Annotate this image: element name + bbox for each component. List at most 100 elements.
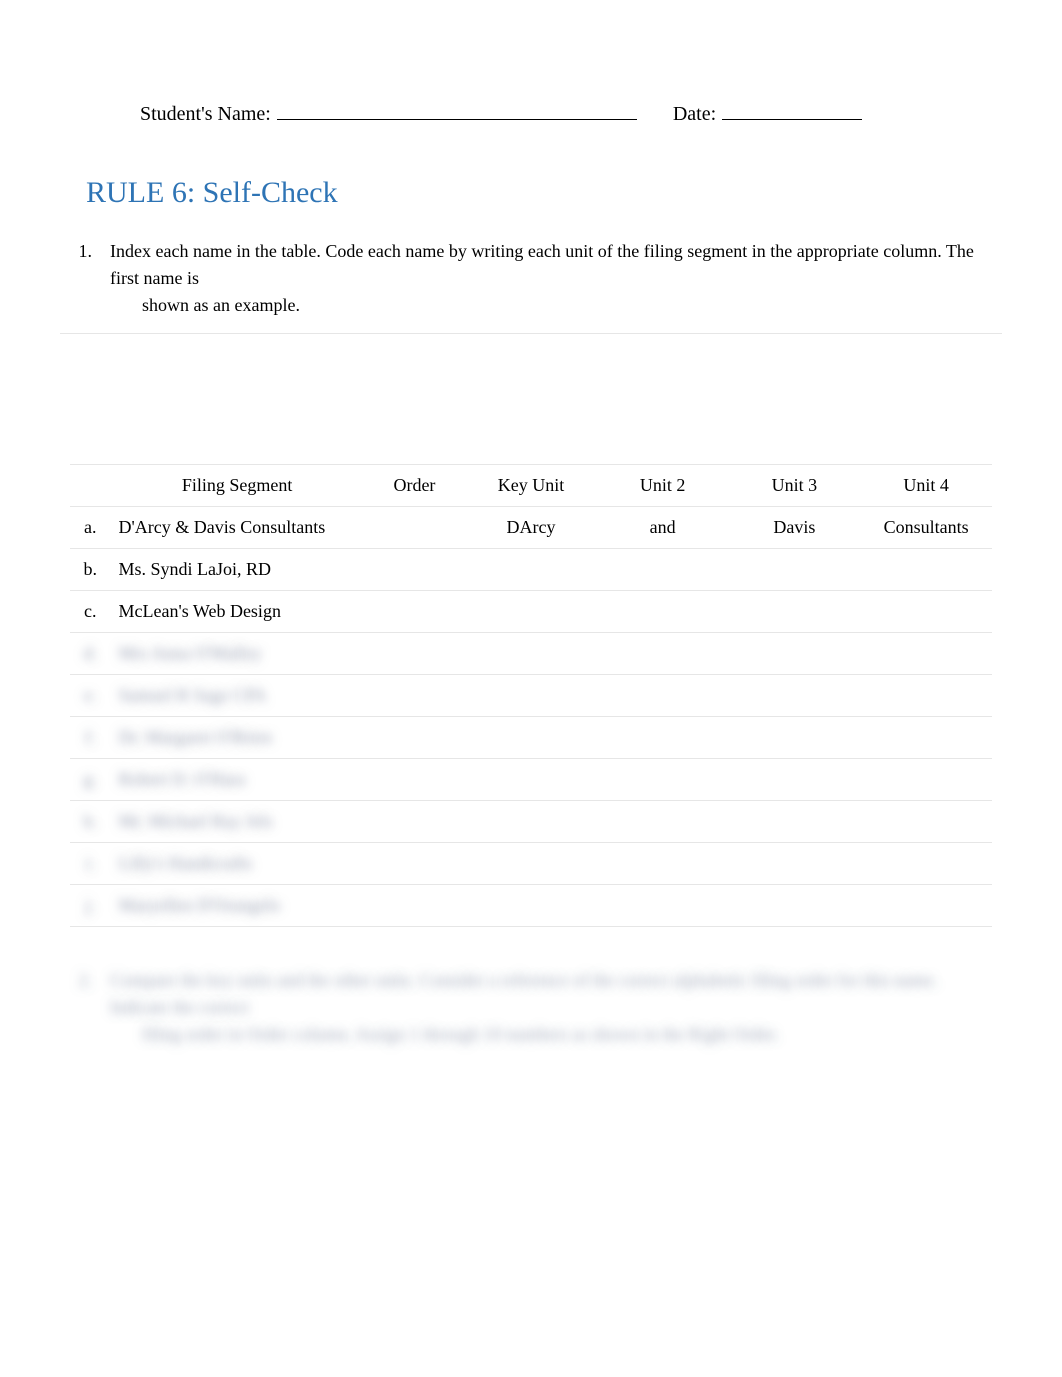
page-title: RULE 6: Self-Check bbox=[86, 176, 992, 210]
col-blank bbox=[70, 465, 111, 507]
instruction-number: 1. bbox=[70, 238, 92, 319]
date-label: Date: bbox=[673, 103, 716, 126]
row-filing-segment: Robert D. O'Hara bbox=[111, 759, 364, 801]
row-filing-segment: Mrs Anna O'Malley bbox=[111, 633, 364, 675]
row-key_unit[interactable] bbox=[465, 843, 597, 885]
table-row: d.Mrs Anna O'Malley bbox=[70, 633, 992, 675]
table-row: e.Samuel R Sage CPA bbox=[70, 675, 992, 717]
row-unit4[interactable] bbox=[860, 633, 992, 675]
row-unit3[interactable] bbox=[729, 549, 861, 591]
row-order[interactable] bbox=[364, 591, 465, 633]
row-unit3[interactable] bbox=[729, 717, 861, 759]
row-unit2[interactable] bbox=[597, 633, 729, 675]
row-unit4[interactable] bbox=[860, 885, 992, 927]
row-order[interactable] bbox=[364, 717, 465, 759]
row-letter: e. bbox=[70, 675, 111, 717]
instruction2-line1: Compare the key units and the other unit… bbox=[110, 970, 937, 1017]
row-key_unit[interactable] bbox=[465, 549, 597, 591]
row-filing-segment: Dr. Margaret O'Brien bbox=[111, 717, 364, 759]
row-unit2[interactable] bbox=[597, 801, 729, 843]
table-row: f.Dr. Margaret O'Brien bbox=[70, 717, 992, 759]
row-key_unit[interactable] bbox=[465, 633, 597, 675]
row-letter: f. bbox=[70, 717, 111, 759]
row-unit4[interactable] bbox=[860, 549, 992, 591]
row-unit3[interactable] bbox=[729, 675, 861, 717]
row-unit2[interactable] bbox=[597, 759, 729, 801]
row-unit4[interactable] bbox=[860, 717, 992, 759]
row-filing-segment: Ms. Syndi LaJoi, RD bbox=[111, 549, 364, 591]
row-order[interactable] bbox=[364, 885, 465, 927]
table-row: i.Lilly's Handicrafts bbox=[70, 843, 992, 885]
col-unit3: Unit 3 bbox=[729, 465, 861, 507]
row-key_unit[interactable] bbox=[465, 717, 597, 759]
row-order[interactable] bbox=[364, 843, 465, 885]
row-order[interactable] bbox=[364, 549, 465, 591]
table-row: j.Maryellen D'Orangelo bbox=[70, 885, 992, 927]
row-key_unit[interactable]: DArcy bbox=[465, 507, 597, 549]
row-unit4[interactable] bbox=[860, 591, 992, 633]
date-blank[interactable] bbox=[722, 100, 862, 120]
row-unit2[interactable] bbox=[597, 717, 729, 759]
col-unit4: Unit 4 bbox=[860, 465, 992, 507]
row-filing-segment: Mr. Michael Ray Jels bbox=[111, 801, 364, 843]
row-unit3[interactable] bbox=[729, 633, 861, 675]
row-order[interactable] bbox=[364, 759, 465, 801]
row-letter: d. bbox=[70, 633, 111, 675]
divider bbox=[60, 333, 1002, 334]
col-unit2: Unit 2 bbox=[597, 465, 729, 507]
table-row: a.D'Arcy & Davis Consultants DArcyandDavi… bbox=[70, 507, 992, 549]
table-header-row: Filing Segment Order Key Unit Unit 2 Uni… bbox=[70, 465, 992, 507]
row-letter: i. bbox=[70, 843, 111, 885]
instruction-line2: shown as an example. bbox=[110, 292, 992, 319]
row-letter: b. bbox=[70, 549, 111, 591]
row-unit3[interactable] bbox=[729, 885, 861, 927]
table-row: b.Ms. Syndi LaJoi, RD bbox=[70, 549, 992, 591]
row-filing-segment: Samuel R Sage CPA bbox=[111, 675, 364, 717]
col-order: Order bbox=[364, 465, 465, 507]
col-key-unit: Key Unit bbox=[465, 465, 597, 507]
row-unit3[interactable] bbox=[729, 801, 861, 843]
row-key_unit[interactable] bbox=[465, 759, 597, 801]
row-key_unit[interactable] bbox=[465, 801, 597, 843]
row-unit2[interactable] bbox=[597, 591, 729, 633]
row-letter: j. bbox=[70, 885, 111, 927]
row-order[interactable] bbox=[364, 801, 465, 843]
row-unit4[interactable]: Consultants bbox=[860, 507, 992, 549]
table-body: a.D'Arcy & Davis Consultants DArcyandDavi… bbox=[70, 507, 992, 927]
row-unit3[interactable] bbox=[729, 759, 861, 801]
instruction2-number: 2. bbox=[70, 967, 92, 1048]
row-key_unit[interactable] bbox=[465, 675, 597, 717]
row-unit2[interactable] bbox=[597, 843, 729, 885]
row-key_unit[interactable] bbox=[465, 591, 597, 633]
row-unit2[interactable] bbox=[597, 885, 729, 927]
row-order[interactable] bbox=[364, 507, 465, 549]
table-row: g.Robert D. O'Hara bbox=[70, 759, 992, 801]
instruction2-text: Compare the key units and the other unit… bbox=[110, 967, 992, 1048]
row-unit4[interactable] bbox=[860, 675, 992, 717]
instruction-1: 1. Index each name in the table. Code ea… bbox=[70, 238, 992, 325]
row-letter: a. bbox=[70, 507, 111, 549]
row-letter: h. bbox=[70, 801, 111, 843]
row-unit2[interactable] bbox=[597, 549, 729, 591]
row-unit4[interactable] bbox=[860, 843, 992, 885]
student-name-label: Student's Name: bbox=[140, 103, 271, 126]
row-unit4[interactable] bbox=[860, 801, 992, 843]
row-unit2[interactable]: and bbox=[597, 507, 729, 549]
header-line: Student's Name: Date: bbox=[140, 100, 992, 126]
row-letter: c. bbox=[70, 591, 111, 633]
row-letter: g. bbox=[70, 759, 111, 801]
row-key_unit[interactable] bbox=[465, 885, 597, 927]
row-unit3[interactable] bbox=[729, 591, 861, 633]
row-order[interactable] bbox=[364, 675, 465, 717]
row-unit3[interactable] bbox=[729, 843, 861, 885]
student-name-blank[interactable] bbox=[277, 100, 637, 120]
filing-table: Filing Segment Order Key Unit Unit 2 Uni… bbox=[70, 464, 992, 927]
row-filing-segment: McLean's Web Design bbox=[111, 591, 364, 633]
row-filing-segment: D'Arcy & Davis Consultants bbox=[111, 507, 364, 549]
col-filing-segment: Filing Segment bbox=[111, 465, 364, 507]
row-unit4[interactable] bbox=[860, 759, 992, 801]
row-unit2[interactable] bbox=[597, 675, 729, 717]
row-unit3[interactable]: Davis bbox=[729, 507, 861, 549]
row-order[interactable] bbox=[364, 633, 465, 675]
instruction-text: Index each name in the table. Code each … bbox=[110, 238, 992, 319]
